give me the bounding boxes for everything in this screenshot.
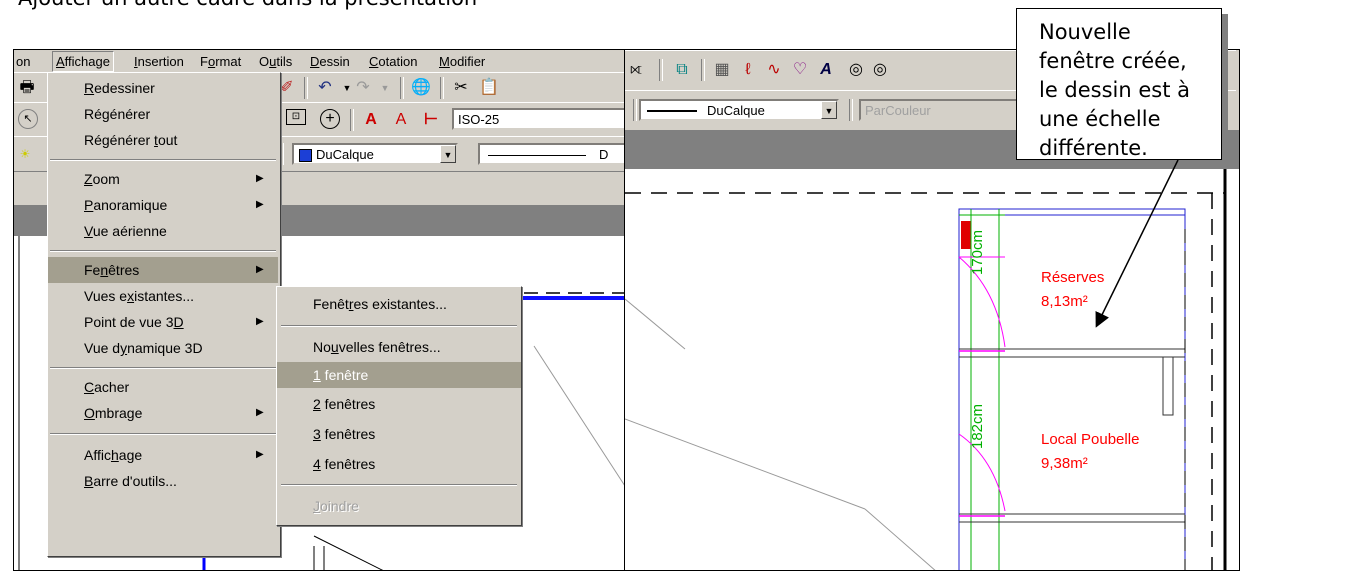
dim-update-icon[interactable]: ⊢ <box>420 109 442 131</box>
submenu-item-4-fenetres[interactable]: 4 fenêtres <box>277 451 521 477</box>
linetype-combo-right[interactable]: DuCalque <box>639 99 839 121</box>
design-center-icon[interactable]: ▦ <box>711 59 733 81</box>
menu-item-barre-outils[interactable]: Barre d'outils... <box>48 468 280 494</box>
fenetres-submenu: Fenêtres existantes... Nouvelles fenêtre… <box>276 286 522 526</box>
submenu-item-nouvelles-fenetres[interactable]: Nouvelles fenêtres... <box>277 334 521 360</box>
dimension-jog-icon[interactable]: ⟖ <box>625 59 647 81</box>
draw-order-icon[interactable]: ⧉ <box>671 59 693 81</box>
linetype-combo[interactable]: D <box>478 143 625 165</box>
center-mark-icon[interactable]: + <box>320 109 340 129</box>
submenu-item-1-fenetre[interactable]: 1 fenêtre <box>277 362 521 388</box>
cut-icon[interactable]: ✂ <box>450 77 472 99</box>
menu-affichage[interactable]: Affichage <box>52 51 114 72</box>
menu-item-vues-existantes[interactable]: Vues existantes... <box>48 283 280 309</box>
submenu-item-fenetres-existantes[interactable]: Fenêtres existantes... <box>277 291 521 317</box>
right-drawing-canvas[interactable]: 170cm 182cm Réserves 8,13m² Local Poubel… <box>625 169 1239 570</box>
submenu-item-2-fenetres[interactable]: 2 fenêtres <box>277 391 521 417</box>
layer-icon[interactable]: ☀ <box>14 143 36 165</box>
page-heading: Ajouter un autre cadre dans la présentat… <box>18 0 477 10</box>
menu-item-regenerer-tout[interactable]: Régénérer tout <box>48 127 280 153</box>
ring-icon[interactable]: ◎ <box>845 59 867 81</box>
dimstyle-combo[interactable]: ISO-25 <box>452 108 625 130</box>
toolbar-separator <box>400 77 404 99</box>
toolbar-separator <box>659 59 663 81</box>
web-browser-icon[interactable]: 🌐 <box>410 77 432 99</box>
menu-item-fenetres[interactable]: Fenêtres ▶ <box>48 257 278 283</box>
tool-palette-icon[interactable]: ♡ <box>789 59 811 81</box>
submenu-arrow-icon: ▶ <box>256 199 264 210</box>
toolbar-separator <box>849 99 853 121</box>
linetype-dropdown-button[interactable]: ▼ <box>821 101 837 119</box>
markup-icon[interactable]: ℓ <box>737 59 759 81</box>
submenu-arrow-icon: ▶ <box>256 407 264 418</box>
revcloud-icon[interactable]: ∿ <box>763 59 785 81</box>
color-combo[interactable]: DuCalque <box>292 143 458 165</box>
menu-dessin[interactable]: Dessin <box>310 54 350 69</box>
dimension-label-2: 182cm <box>969 403 986 449</box>
menu-modifier[interactable]: Modifier <box>439 54 485 69</box>
ring-icon-2[interactable]: ◎ <box>869 59 891 81</box>
menu-item-cacher[interactable]: Cacher <box>48 374 280 400</box>
submenu-arrow-icon: ▶ <box>256 173 264 184</box>
submenu-arrow-icon: ▶ <box>256 449 264 460</box>
menu-separator <box>50 159 276 161</box>
linetype-sample <box>488 155 586 156</box>
menu-separator <box>50 433 276 435</box>
menu-insertion[interactable]: Insertion <box>134 54 184 69</box>
color-combo-label: DuCalque <box>316 147 374 162</box>
menu-separator <box>281 484 517 486</box>
menu-item-ombrage[interactable]: Ombrage ▶ <box>48 400 280 426</box>
text-style-icon[interactable]: A <box>815 59 837 81</box>
affichage-menu: Redessiner Régénérer Régénérer tout Zoom… <box>47 72 281 557</box>
menu-item-regenerer[interactable]: Régénérer <box>48 101 280 127</box>
toolbar-separator <box>350 109 354 131</box>
submenu-item-joindre: Joindre <box>313 498 359 514</box>
paste-icon[interactable]: 📋 <box>478 77 500 99</box>
menu-outils[interactable]: Outils <box>259 54 292 69</box>
left-screenshot: on Affichage Insertion Format Outils Des… <box>13 49 626 571</box>
orbit-icon[interactable]: ↖ <box>18 109 38 129</box>
toolbar-separator <box>633 99 637 121</box>
menu-item-zoom[interactable]: Zoom ▶ <box>48 166 280 192</box>
room-reserves-area: 8,13m² <box>1041 293 1088 310</box>
annotation-callout: Nouvelle fenêtre créée, le dessin est à … <box>1016 8 1222 160</box>
linetype-label: D <box>599 147 609 162</box>
menu-format[interactable]: Format <box>200 54 241 69</box>
redo-dropdown-icon[interactable]: ▼ <box>374 77 396 99</box>
menu-separator <box>281 325 517 327</box>
menu-item-redessiner[interactable]: Redessiner <box>48 75 280 101</box>
menu-item-affichage[interactable]: Affichage ▶ <box>48 442 280 468</box>
color-dropdown-button[interactable]: ▼ <box>440 145 456 163</box>
menu-item-vue-dynamique-3d[interactable]: Vue dynamique 3D <box>48 335 280 361</box>
dimension-label-1: 170cm <box>969 229 986 275</box>
undo-icon[interactable]: ↶ <box>314 77 336 99</box>
toolbar-separator <box>304 77 308 99</box>
menu-item-panoramique[interactable]: Panoramique ▶ <box>48 192 280 218</box>
redo-icon[interactable]: ↷ <box>352 77 374 99</box>
right-drawing-svg <box>625 169 1227 570</box>
menu-separator <box>50 250 276 252</box>
dim-text-edit-icon[interactable]: A <box>390 109 412 131</box>
menu-item-point-de-vue-3d[interactable]: Point de vue 3D ▶ <box>48 309 280 335</box>
room-reserves-name: Réserves <box>1041 269 1105 286</box>
menu-partial[interactable]: on <box>16 54 30 69</box>
toolbar-separator <box>701 59 705 81</box>
menu-cotation[interactable]: Cotation <box>369 54 417 69</box>
room-poubelle-name: Local Poubelle <box>1041 431 1140 448</box>
linetype-right-label: DuCalque <box>707 103 765 118</box>
room-poubelle-area: 9,38m² <box>1041 455 1088 472</box>
toolbar-separator <box>440 77 444 99</box>
submenu-item-3-fenetres[interactable]: 3 fenêtres <box>277 421 521 447</box>
menubar: on Affichage Insertion Format Outils Des… <box>14 50 625 72</box>
lineweight-sample <box>647 110 697 112</box>
submenu-arrow-icon: ▶ <box>256 316 264 327</box>
print-icon[interactable]: 🖶 <box>16 77 38 99</box>
plotstyle-combo: ParCouleur <box>859 99 1029 121</box>
dimension-icon[interactable]: ⊡ <box>286 109 306 125</box>
dim-edit-icon[interactable]: A <box>360 109 382 131</box>
submenu-arrow-icon: ▶ <box>256 264 264 275</box>
menu-item-vue-aerienne[interactable]: Vue aérienne <box>48 218 280 244</box>
menu-separator <box>50 367 276 369</box>
color-swatch <box>299 149 312 162</box>
